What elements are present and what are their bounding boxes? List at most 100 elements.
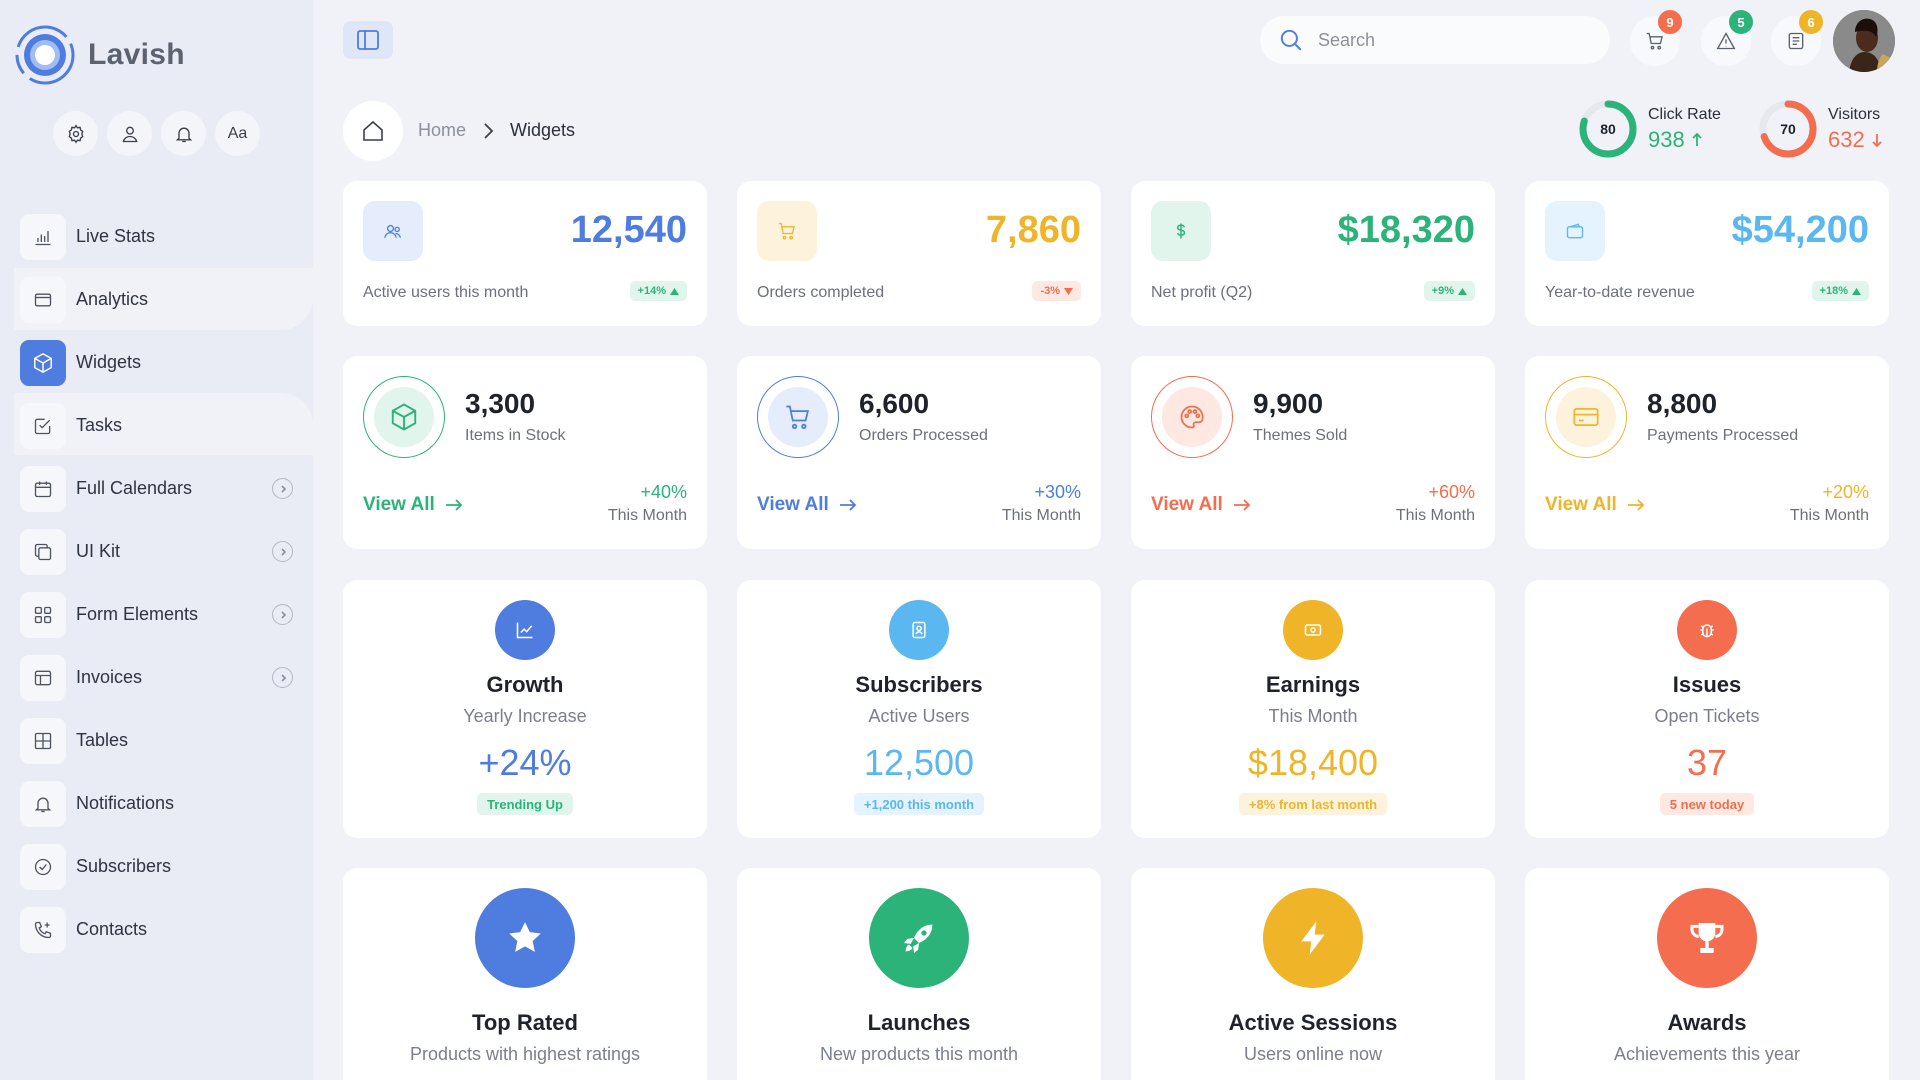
- stat-change-badge: +9%: [1423, 281, 1475, 301]
- search-bar[interactable]: [1260, 16, 1610, 64]
- dollar-icon: [1176, 223, 1186, 239]
- metric-tag: 5 new today: [1659, 793, 1755, 815]
- sidebar-item-widgets[interactable]: Widgets: [0, 331, 313, 394]
- sidebar-item-ui-kit[interactable]: UI Kit: [0, 520, 313, 583]
- summary-label: Orders Processed: [859, 427, 988, 444]
- stat-card-orders[interactable]: 7,860 Orders completed -3%: [737, 181, 1101, 326]
- alerts-top-button[interactable]: 5: [1701, 10, 1753, 66]
- chevron-right-icon[interactable]: [272, 667, 293, 688]
- summary-label: Themes Sold: [1253, 427, 1348, 444]
- stat-card-net-profit[interactable]: $18,320 Net profit (Q2) +9%: [1131, 181, 1495, 326]
- font-size-button[interactable]: Aa: [215, 111, 260, 156]
- sidebar-item-live-stats[interactable]: Live Stats: [0, 205, 313, 268]
- metric-card-issues: Issues Open Tickets 37 5 new today: [1525, 580, 1889, 838]
- view-all-link[interactable]: View All: [1151, 494, 1251, 516]
- stat-label: Orders completed: [757, 284, 885, 301]
- stat-change: +9%: [1431, 285, 1454, 297]
- avatar[interactable]: [1833, 10, 1895, 72]
- feature-subtitle: New products this month: [819, 1044, 1019, 1064]
- documents-button[interactable]: 6: [1771, 10, 1823, 66]
- sidebar-item-invoices[interactable]: Invoices: [0, 646, 313, 709]
- arrow-right-icon: [445, 499, 463, 511]
- check-circle-icon: [34, 858, 52, 875]
- sidebar-item-contacts[interactable]: Contacts: [0, 898, 313, 961]
- summary-icon-ring: [363, 376, 445, 458]
- click-rate-kpi: 80 Click Rate 938: [1578, 99, 1721, 159]
- feature-card-active-sessions[interactable]: Active Sessions Users online now: [1131, 868, 1495, 1080]
- chevron-right-icon[interactable]: [272, 604, 293, 625]
- sidebar-item-label: Tables: [76, 730, 129, 750]
- calendar-icon: [34, 481, 52, 497]
- breadcrumb-home-link[interactable]: Home: [418, 120, 466, 141]
- stat-card-active-users[interactable]: 12,540 Active users this month +14%: [343, 181, 707, 326]
- app-logo[interactable]: Lavish: [14, 24, 185, 86]
- sidebar-item-notifications[interactable]: Notifications: [0, 772, 313, 835]
- sidebar-item-tasks[interactable]: Tasks: [0, 394, 313, 457]
- bug-icon: [1700, 624, 1714, 638]
- sidebar-item-subscribers[interactable]: Subscribers: [0, 835, 313, 898]
- stat-value: $54,200: [1731, 209, 1869, 251]
- triangle-up-icon: [670, 287, 679, 295]
- stat-change-badge: +18%: [1811, 281, 1869, 301]
- click-rate-label: Click Rate: [1648, 105, 1721, 123]
- alerts-button[interactable]: [161, 111, 206, 156]
- logo-mark-icon: [15, 25, 75, 85]
- sidebar: Lavish Aa Live Stats Analytics Widgets T…: [0, 0, 313, 1080]
- search-icon: [1280, 29, 1302, 51]
- summary-value: 6,600: [859, 388, 930, 419]
- sidebar-item-tables[interactable]: Tables: [0, 709, 313, 772]
- cart-icon: [1646, 32, 1663, 50]
- search-input[interactable]: [1318, 29, 1578, 51]
- click-rate-value: 938: [1648, 126, 1685, 152]
- gear-icon: [68, 123, 83, 144]
- home-button[interactable]: [343, 101, 403, 161]
- chevron-right-icon[interactable]: [272, 478, 293, 499]
- sidebar-item-label: Form Elements: [76, 604, 199, 624]
- feature-card-launches[interactable]: Launches New products this month: [737, 868, 1101, 1080]
- trophy-icon: [1690, 923, 1724, 953]
- summary-value: 8,800: [1647, 388, 1718, 419]
- alert-icon: [1716, 32, 1736, 50]
- summary-label: Payments Processed: [1647, 427, 1799, 444]
- metric-title: Subscribers: [855, 672, 983, 697]
- chevron-right-icon[interactable]: [272, 541, 293, 562]
- feature-card-awards[interactable]: Awards Achievements this year: [1525, 868, 1889, 1080]
- view-all-link[interactable]: View All: [1545, 494, 1645, 516]
- sidebar-item-form-elements[interactable]: Form Elements: [0, 583, 313, 646]
- stat-label: Net profit (Q2): [1151, 284, 1253, 301]
- cart-icon: [786, 405, 810, 429]
- arrow-right-icon: [1233, 499, 1251, 511]
- sidebar-toggle-icon: [357, 30, 379, 50]
- box-icon: [391, 403, 417, 431]
- sidebar-quick-actions: Aa: [53, 111, 260, 156]
- feature-icon-wrap: [1263, 888, 1363, 988]
- view-all-link[interactable]: View All: [363, 494, 463, 516]
- visitors-kpi: 70 Visitors 632: [1758, 99, 1883, 159]
- visitors-value: 632: [1828, 126, 1865, 152]
- cart-badge: 9: [1658, 10, 1682, 34]
- cart-button[interactable]: 9: [1630, 10, 1682, 66]
- stat-value: $18,320: [1337, 209, 1475, 251]
- feature-card-top-rated[interactable]: Top Rated Products with highest ratings: [343, 868, 707, 1080]
- stat-card-ytd-revenue[interactable]: $54,200 Year-to-date revenue +18%: [1525, 181, 1889, 326]
- sidebar-item-analytics[interactable]: Analytics: [0, 268, 313, 331]
- metric-tag: Trending Up: [477, 793, 573, 815]
- view-all-link[interactable]: View All: [757, 494, 857, 516]
- bell-icon: [175, 127, 192, 142]
- sidebar-toggle-button[interactable]: [343, 21, 393, 59]
- stat-label: Year-to-date revenue: [1545, 284, 1695, 301]
- sidebar-item-full-calendars[interactable]: Full Calendars: [0, 457, 313, 520]
- checkbox-icon: [34, 418, 51, 434]
- view-all-label: View All: [757, 494, 829, 515]
- summary-period: This Month: [1001, 507, 1081, 524]
- stat-icon-wrap: [1545, 201, 1605, 261]
- cube-icon: [34, 352, 52, 373]
- phone-icon: [34, 921, 52, 938]
- settings-button[interactable]: [53, 111, 98, 156]
- feature-icon-wrap: [1657, 888, 1757, 988]
- sidebar-item-label: Analytics: [76, 289, 149, 309]
- stat-change: +14%: [637, 285, 666, 297]
- feature-title: Active Sessions: [1228, 1010, 1398, 1035]
- profile-button[interactable]: [107, 111, 152, 156]
- layers-icon: [34, 543, 52, 560]
